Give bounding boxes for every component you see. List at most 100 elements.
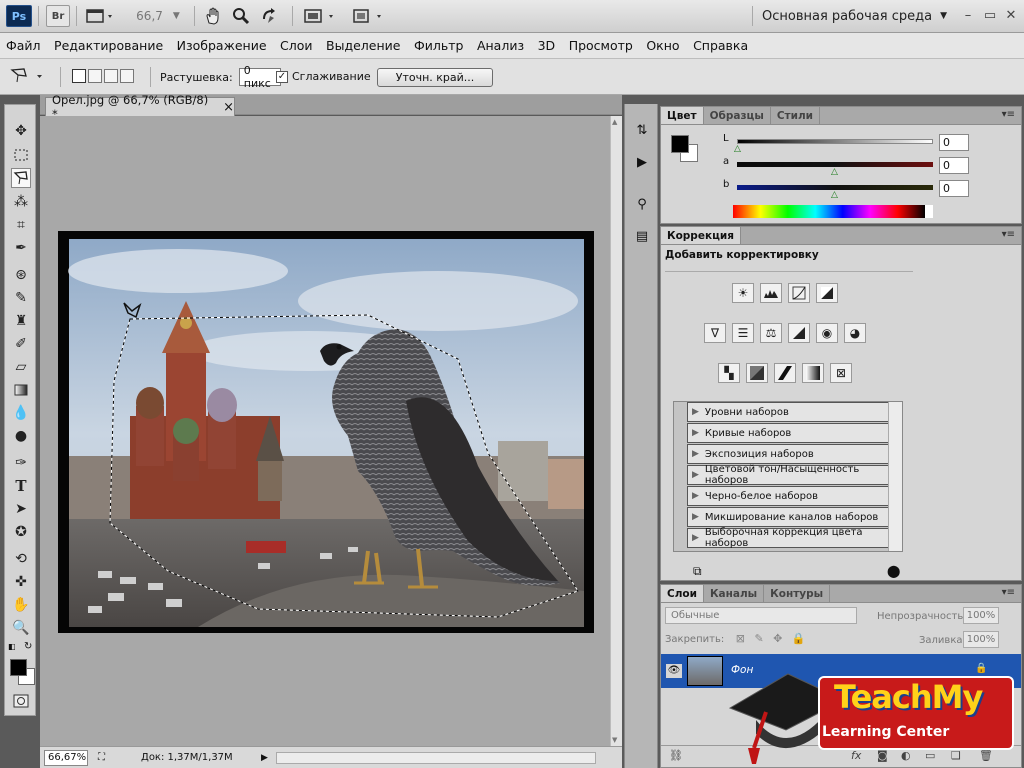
menu-window[interactable]: Окно (646, 38, 679, 53)
posterize-icon[interactable] (746, 363, 768, 383)
preset-channel-mixer[interactable]: ▶ Микширование каналов наборов (687, 507, 899, 527)
lock-transparency-icon[interactable]: ⊠ (736, 632, 745, 645)
dodge-tool-icon[interactable]: ● (11, 426, 31, 446)
menu-layers[interactable]: Слои (280, 38, 313, 53)
menu-filter[interactable]: Фильтр (414, 38, 463, 53)
tab-channels[interactable]: Каналы (704, 585, 765, 602)
type-tool-icon[interactable]: T (11, 476, 31, 496)
preset-exposure[interactable]: ▶ Экспозиция наборов (687, 444, 899, 464)
zoom-tool-icon[interactable]: 🔍 (11, 618, 31, 638)
spot-healing-tool-icon[interactable]: ⊛ (11, 265, 31, 285)
marquee-tool-icon[interactable] (11, 145, 31, 165)
new-selection-icon[interactable] (72, 69, 86, 83)
color-balance-icon[interactable]: ⚖ (760, 323, 782, 343)
layout-icon[interactable] (84, 5, 118, 27)
refine-edge-button[interactable]: Уточн. край... (377, 68, 493, 87)
magic-wand-tool-icon[interactable]: ⁂ (11, 192, 31, 212)
black-white-icon[interactable] (788, 323, 810, 343)
photo-filter-icon[interactable]: ◉ (816, 323, 838, 343)
panel-menu-icon[interactable]: ▾≡ (1002, 109, 1015, 120)
lock-all-icon[interactable]: 🔒 (792, 632, 806, 645)
tab-layers[interactable]: Слои (661, 585, 704, 602)
scroll-down-icon[interactable]: ▼ (612, 736, 617, 744)
slider-thumb-icon[interactable]: △ (831, 190, 838, 200)
clone-stamp-tool-icon[interactable]: ♜ (11, 311, 31, 331)
zoom-level-combo[interactable]: 66,7 ▼ (132, 5, 184, 27)
preset-curves[interactable]: ▶ Кривые наборов (687, 423, 899, 443)
selective-color-icon[interactable]: ⊠ (830, 363, 852, 383)
scroll-up-icon[interactable]: ▲ (612, 118, 617, 126)
3d-orbit-tool-icon[interactable]: ✜ (11, 572, 31, 592)
color-ramp[interactable] (733, 205, 933, 218)
crop-tool-icon[interactable]: ⌗ (11, 215, 31, 235)
channel-b-input[interactable]: 0 (939, 180, 969, 197)
hue-saturation-icon[interactable]: ☰ (732, 323, 754, 343)
tab-paths[interactable]: Контуры (764, 585, 831, 602)
menu-3d[interactable]: 3D (538, 38, 556, 53)
vibrance-icon[interactable]: ∇ (704, 323, 726, 343)
clone-source-icon[interactable]: ⚲ (630, 194, 654, 214)
swap-colors-icon[interactable]: ↻ (24, 641, 36, 653)
subtract-selection-icon[interactable] (104, 69, 118, 83)
tab-styles[interactable]: Стили (771, 107, 821, 124)
document-image[interactable] (58, 231, 594, 633)
panel-menu-icon[interactable]: ▾≡ (1002, 229, 1015, 240)
vertical-scrollbar[interactable]: ▲ ▼ (610, 116, 622, 746)
menu-file[interactable]: Файл (6, 38, 41, 53)
arrange-docs-icon[interactable] (302, 5, 342, 27)
minimize-icon[interactable]: – (958, 6, 978, 24)
panel-menu-icon[interactable]: ▾≡ (1002, 587, 1015, 598)
document-tab[interactable]: Орел.jpg @ 66,7% (RGB/8) * × (45, 93, 235, 121)
curves-icon[interactable] (788, 283, 810, 303)
menu-edit[interactable]: Редактирование (54, 38, 163, 53)
zoom-icon[interactable] (230, 5, 252, 27)
feather-input[interactable]: 0 пикс (238, 64, 281, 90)
exposure-icon[interactable] (816, 283, 838, 303)
preset-levels[interactable]: ▶ Уровни наборов (687, 402, 899, 422)
gradient-map-icon[interactable] (802, 363, 824, 383)
opacity-input[interactable]: 100% (963, 607, 999, 624)
brush-tool-icon[interactable]: ✎ (11, 288, 31, 308)
status-menu-arrow-icon[interactable]: ▶ (261, 753, 268, 763)
bridge-button[interactable]: Br (46, 5, 70, 27)
polygonal-lasso-tool-icon[interactable] (11, 168, 31, 188)
channel-l-slider[interactable] (737, 139, 933, 144)
zoom-status-input[interactable]: 66,67% (44, 749, 88, 766)
preset-black-white[interactable]: ▶ Черно-белое наборов (687, 486, 899, 506)
menu-help[interactable]: Справка (693, 38, 748, 53)
menu-analysis[interactable]: Анализ (477, 38, 524, 53)
eraser-tool-icon[interactable]: ▱ (11, 357, 31, 377)
screen-mode-icon[interactable] (350, 5, 390, 27)
path-selection-tool-icon[interactable]: ➤ (11, 499, 31, 519)
menu-view[interactable]: Просмотр (569, 38, 633, 53)
link-layers-icon[interactable]: ⛓ (669, 749, 683, 762)
eyedropper-tool-icon[interactable]: ✒ (11, 238, 31, 258)
slider-thumb-icon[interactable]: △ (831, 167, 838, 177)
close-icon[interactable]: ✕ (1001, 6, 1021, 24)
gradient-tool-icon[interactable] (11, 380, 31, 400)
levels-icon[interactable] (760, 283, 782, 303)
add-to-selection-icon[interactable] (88, 69, 102, 83)
eye-icon[interactable]: 👁 (666, 664, 682, 678)
foreground-color-swatch[interactable] (10, 659, 27, 676)
menu-image[interactable]: Изображение (177, 38, 267, 53)
blend-mode-select[interactable]: Обычные (665, 607, 857, 624)
slider-thumb-icon[interactable]: △ (734, 144, 741, 154)
close-tab-icon[interactable]: × (223, 100, 234, 115)
clip-to-layer-icon[interactable]: ⧉ (693, 564, 702, 579)
lock-position-icon[interactable]: ✥ (773, 632, 782, 645)
fg-color-swatch[interactable] (671, 135, 689, 153)
brightness-contrast-icon[interactable]: ☀ (732, 283, 754, 303)
brushes-panel-icon[interactable]: ▤ (630, 226, 654, 246)
history-brush-tool-icon[interactable]: ✐ (11, 334, 31, 354)
tab-color[interactable]: Цвет (661, 107, 704, 124)
channel-l-input[interactable]: 0 (939, 134, 969, 151)
preset-selective-color[interactable]: ▶ Выборочная коррекция цвета наборов (687, 527, 899, 549)
threshold-icon[interactable] (774, 363, 796, 383)
custom-shape-tool-icon[interactable]: ✪ (11, 522, 31, 542)
history-panel-icon[interactable]: ⇅ (630, 120, 654, 140)
hand-tool-icon[interactable]: ✋ (11, 595, 31, 615)
tab-adjustments[interactable]: Коррекция (661, 227, 741, 244)
rotate-view-icon[interactable] (258, 5, 282, 27)
channel-mixer-icon[interactable]: ◕ (844, 323, 866, 343)
